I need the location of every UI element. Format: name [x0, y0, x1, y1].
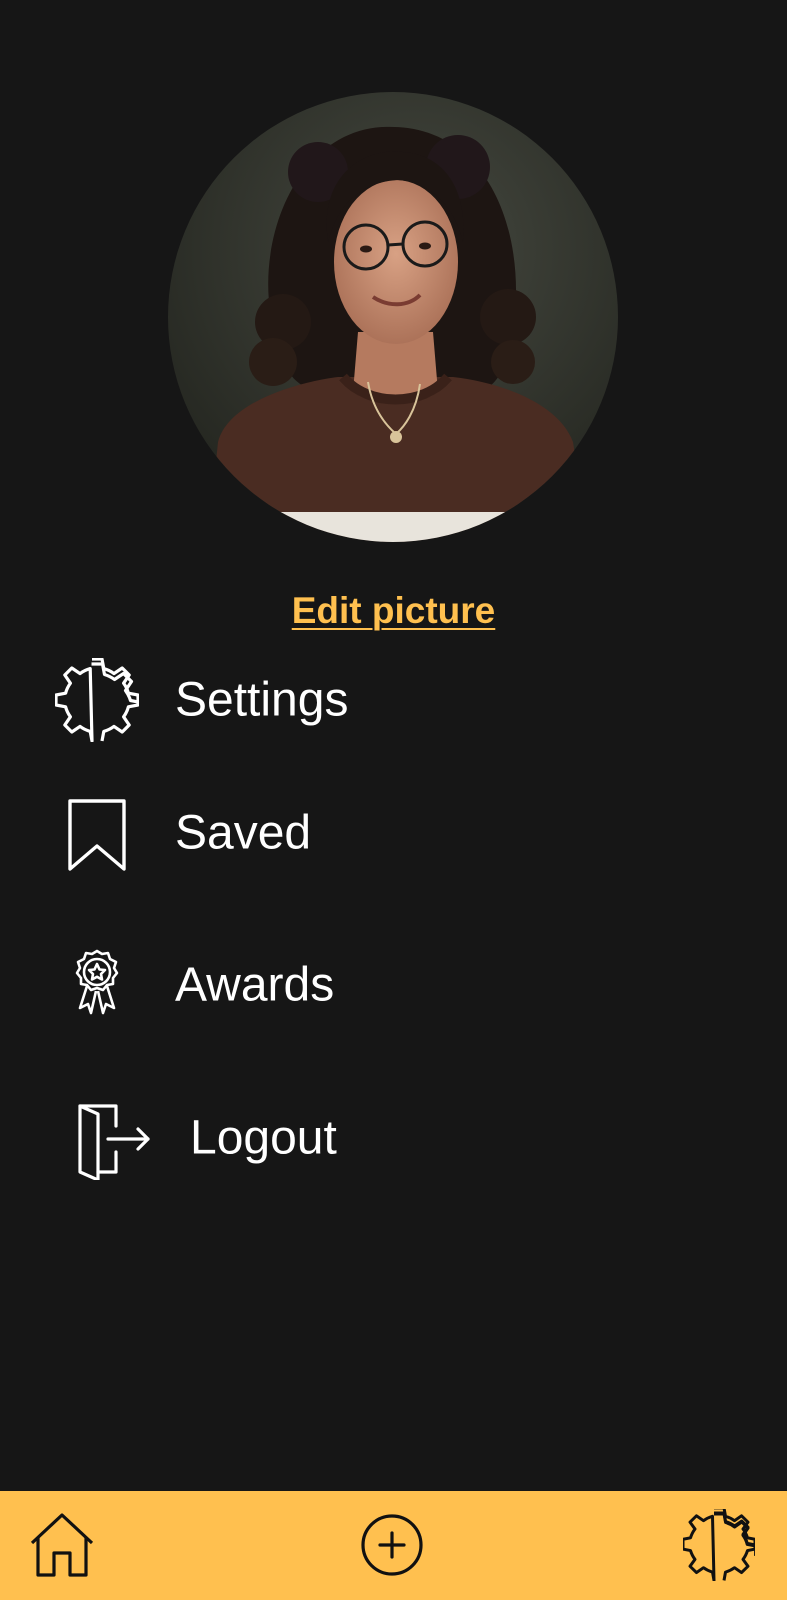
bookmark-icon	[55, 791, 139, 875]
menu-item-label: Saved	[175, 806, 312, 860]
menu-item-logout[interactable]: Logout	[0, 1083, 787, 1193]
award-ribbon-icon	[55, 943, 139, 1027]
gear-icon	[55, 658, 139, 742]
home-icon	[26, 1509, 98, 1581]
menu-item-awards[interactable]: Awards	[0, 930, 787, 1040]
edit-picture-link[interactable]: Edit picture	[0, 590, 787, 632]
profile-avatar	[168, 92, 618, 542]
menu-item-label: Settings	[175, 673, 349, 727]
add-circle-icon	[356, 1509, 428, 1581]
menu-item-settings[interactable]: Settings	[0, 645, 787, 755]
menu-item-saved[interactable]: Saved	[0, 778, 787, 888]
logout-icon	[68, 1096, 152, 1180]
add-button[interactable]	[356, 1509, 428, 1581]
settings-nav-button[interactable]	[683, 1509, 755, 1581]
menu-item-label: Logout	[190, 1111, 337, 1165]
bottom-nav-bar	[0, 1491, 787, 1600]
gear-icon	[683, 1509, 755, 1581]
home-button[interactable]	[26, 1509, 98, 1581]
menu-item-label: Awards	[175, 958, 335, 1012]
